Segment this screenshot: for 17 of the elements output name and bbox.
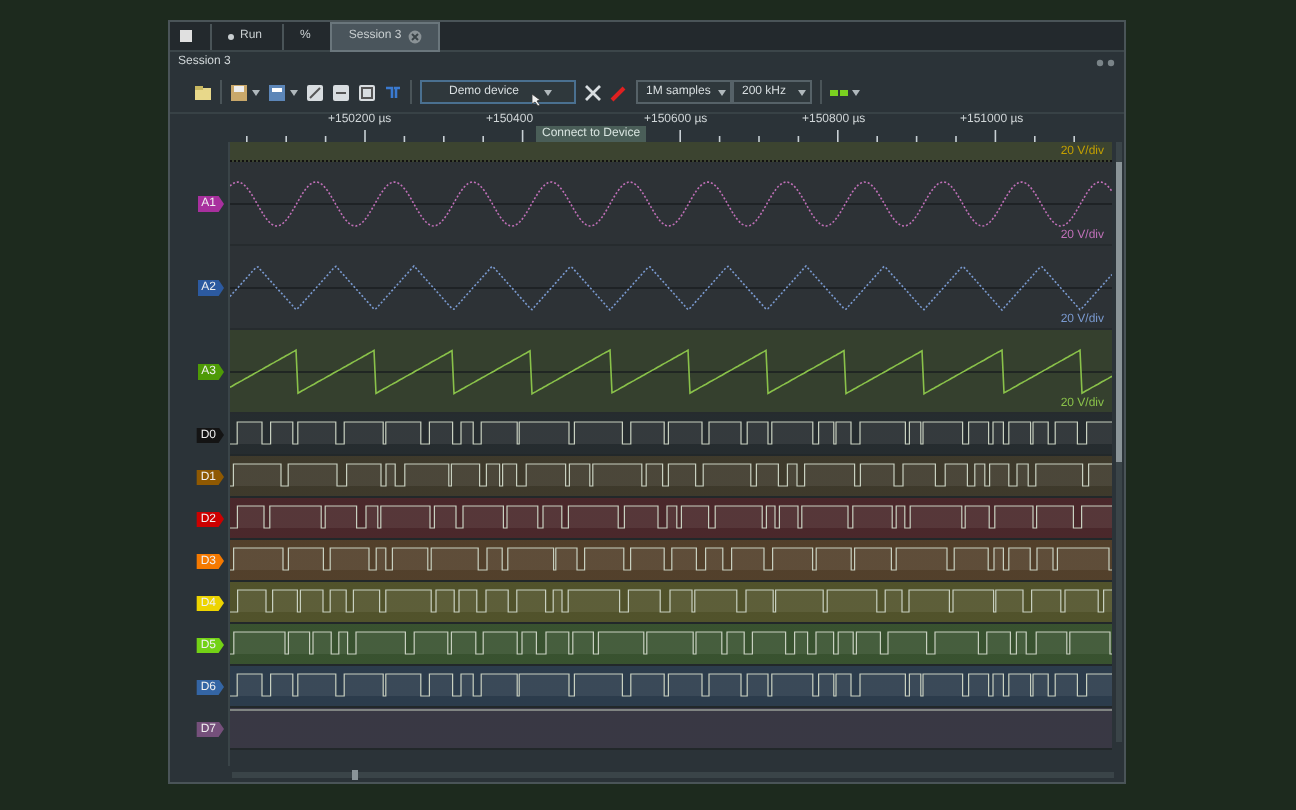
caret-icon[interactable]: [852, 89, 860, 95]
export-icon[interactable]: [268, 83, 286, 101]
mouse-pointer-icon[interactable]: [532, 94, 540, 106]
caret-icon[interactable]: [718, 89, 726, 95]
dock-buttons-icon[interactable]: [1096, 57, 1116, 67]
caret-icon[interactable]: [798, 89, 806, 95]
zoom-fit-icon[interactable]: [358, 83, 376, 101]
caret-icon[interactable]: [252, 89, 260, 95]
scroll-bar[interactable]: [1114, 142, 1124, 742]
close-icon[interactable]: [407, 29, 422, 43]
scroll-bar[interactable]: [232, 769, 1114, 779]
save-icon[interactable]: [230, 83, 248, 101]
zoom-out-icon[interactable]: [332, 83, 350, 101]
folder-icon[interactable]: [194, 83, 212, 101]
caret-icon[interactable]: [543, 89, 551, 95]
document-icon[interactable]: [178, 28, 194, 44]
caret-icon[interactable]: [290, 89, 298, 95]
